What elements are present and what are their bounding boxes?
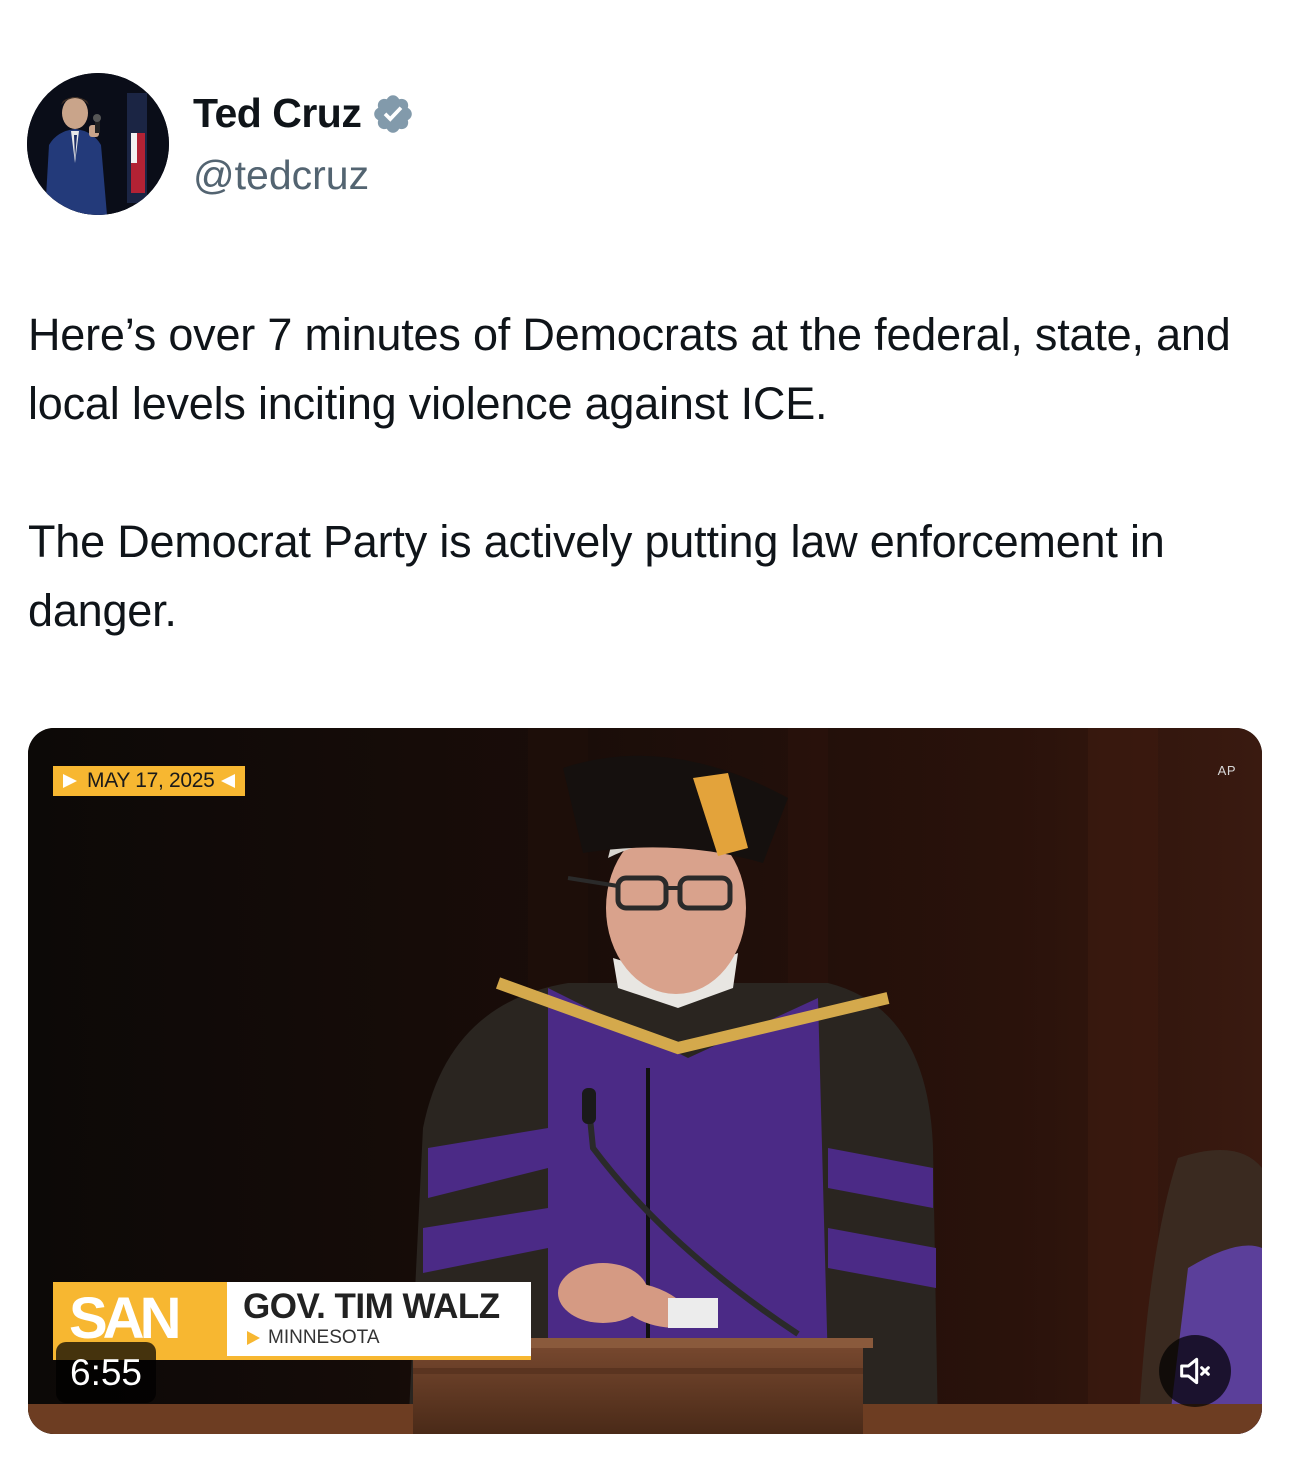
author-display-name[interactable]: Ted Cruz — [193, 90, 362, 137]
video-duration: 6:55 — [56, 1342, 157, 1403]
tweet-text: Here’s over 7 minutes of Democrats at th… — [28, 300, 1268, 645]
video-player[interactable]: MAY 17, 2025 AP SAN GOV. TIM WALZ MINNES… — [28, 728, 1262, 1434]
lower-third-name-box: GOV. TIM WALZ MINNESOTA — [227, 1282, 531, 1356]
mute-toggle-button[interactable] — [1159, 1335, 1231, 1407]
verified-badge-icon — [374, 94, 413, 133]
tag-arrow-icon — [63, 774, 77, 788]
tweet-paragraph: The Democrat Party is actively putting l… — [28, 516, 1165, 636]
tweet-paragraph: Here’s over 7 minutes of Democrats at th… — [28, 309, 1231, 429]
speaker-muted-icon — [1180, 1357, 1210, 1385]
source-watermark: AP — [1217, 763, 1236, 778]
lower-third-location: MINNESOTA — [268, 1327, 380, 1348]
date-tag: MAY 17, 2025 — [53, 766, 245, 796]
location-arrow-icon — [247, 1331, 260, 1345]
lower-third-name: GOV. TIM WALZ — [243, 1287, 500, 1326]
tweet-card: Ted Cruz @tedcruz Here’s over 7 minutes … — [0, 0, 1290, 1478]
author-avatar[interactable] — [27, 73, 169, 215]
tag-arrow-icon — [220, 774, 235, 788]
author-handle[interactable]: @tedcruz — [193, 152, 369, 199]
avatar-image — [27, 73, 169, 215]
author-name-row: Ted Cruz — [193, 90, 415, 137]
lower-third-location-row: MINNESOTA — [247, 1326, 513, 1350]
date-tag-text: MAY 17, 2025 — [87, 769, 215, 792]
